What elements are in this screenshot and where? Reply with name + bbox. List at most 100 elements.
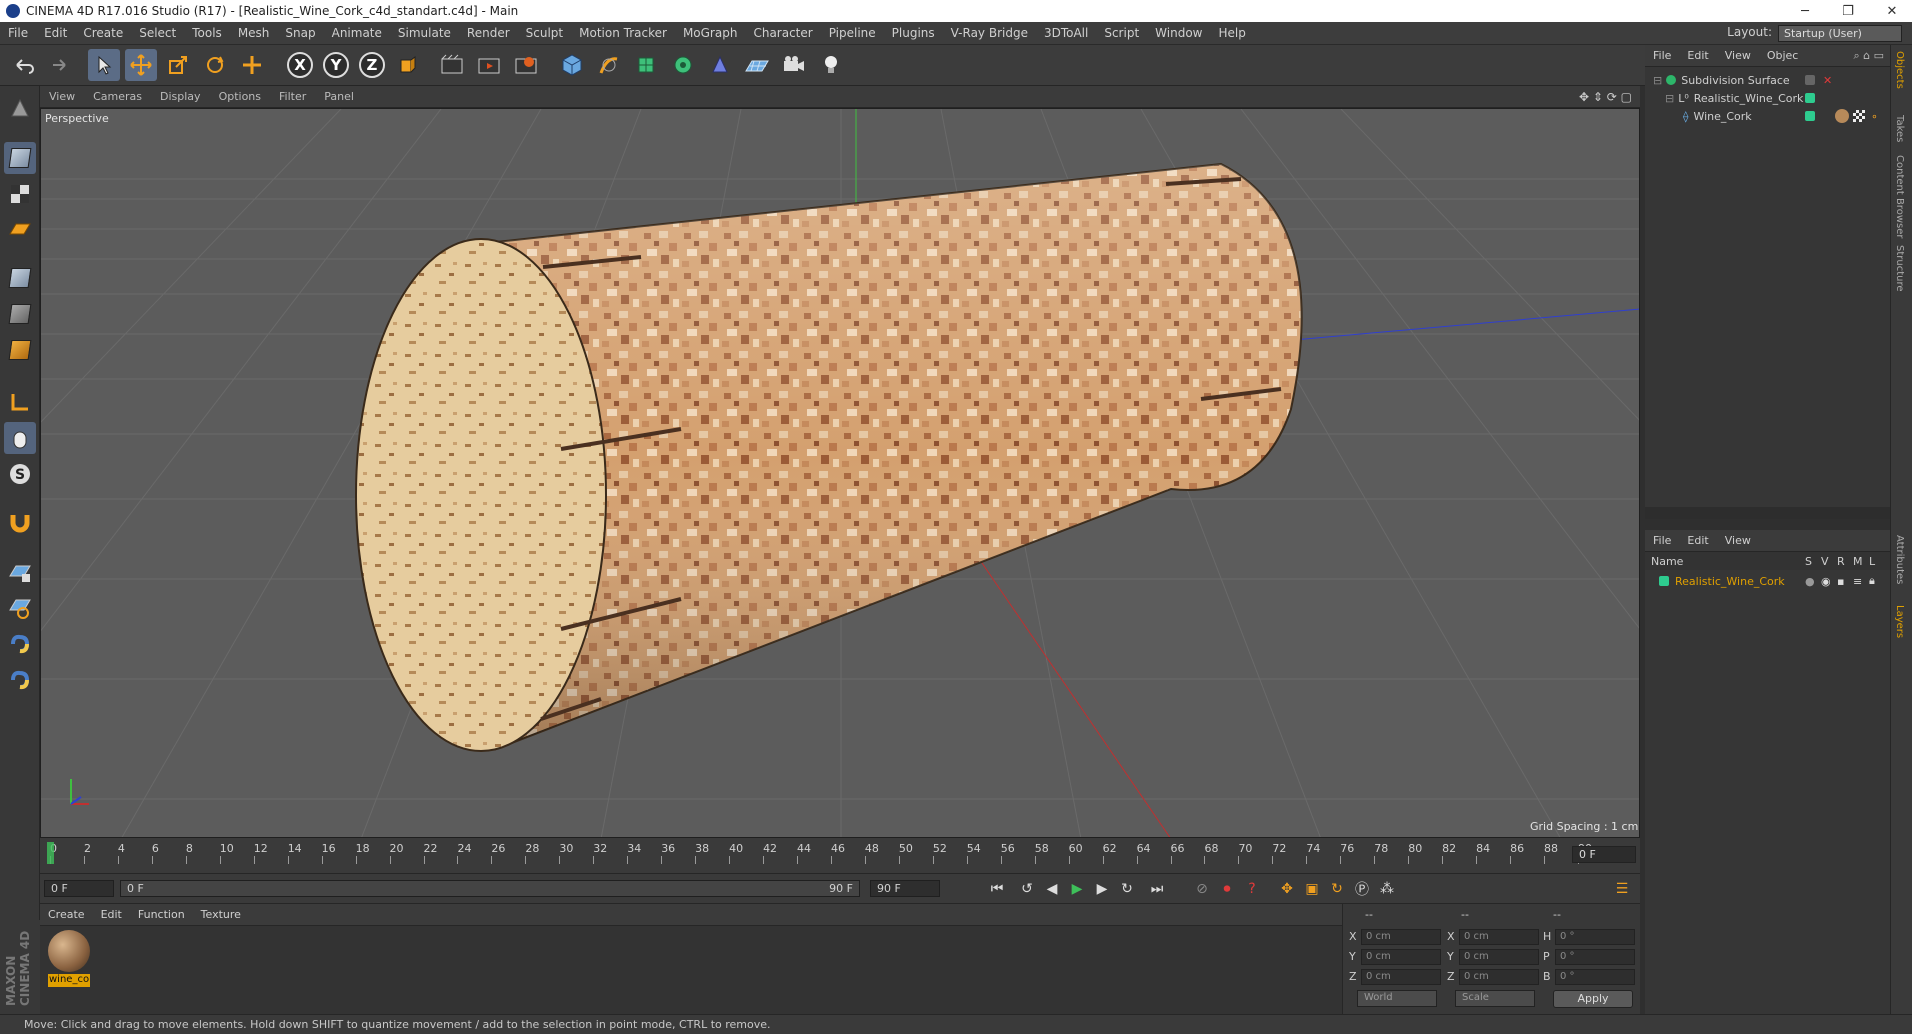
- perspective-viewport[interactable]: [40, 108, 1640, 838]
- render-icon[interactable]: [473, 49, 505, 81]
- layer-visible-icon[interactable]: ◉: [1821, 575, 1831, 588]
- pos-x-field[interactable]: 0 cm: [1361, 929, 1441, 945]
- minimize-button[interactable]: ─: [1785, 0, 1825, 22]
- keyframe-selection-icon[interactable]: ?: [1240, 877, 1264, 901]
- menu-3dtoall[interactable]: 3DToAll: [1036, 26, 1096, 40]
- step-forward-icon[interactable]: ▶: [1090, 877, 1114, 901]
- menu-create[interactable]: Create: [75, 26, 131, 40]
- menu-mograph[interactable]: MoGraph: [675, 26, 746, 40]
- select-tool-button[interactable]: [88, 49, 120, 81]
- key-position-icon[interactable]: ✥: [1275, 877, 1299, 901]
- magnet-icon[interactable]: [4, 506, 36, 538]
- menu-sculpt[interactable]: Sculpt: [518, 26, 571, 40]
- menu-pipeline[interactable]: Pipeline: [821, 26, 884, 40]
- axis-mode-icon[interactable]: [4, 386, 36, 418]
- key-scale-icon[interactable]: ▣: [1300, 877, 1324, 901]
- object-menu-file[interactable]: File: [1645, 49, 1679, 62]
- tab-takes[interactable]: Takes: [1894, 115, 1905, 142]
- material-menu-function[interactable]: Function: [130, 908, 193, 921]
- menu-motion-tracker[interactable]: Motion Tracker: [571, 26, 675, 40]
- rot-h-field[interactable]: 0 °: [1555, 929, 1635, 945]
- layer-dot[interactable]: [1805, 111, 1815, 121]
- play-icon[interactable]: ▶: [1065, 877, 1089, 901]
- menu-edit[interactable]: Edit: [36, 26, 75, 40]
- menu-animate[interactable]: Animate: [324, 26, 390, 40]
- menu-snap[interactable]: Snap: [277, 26, 323, 40]
- object-menu-objects[interactable]: Objec: [1759, 49, 1807, 62]
- menu-help[interactable]: Help: [1210, 26, 1253, 40]
- viewport-menu-panel[interactable]: Panel: [315, 90, 363, 103]
- size-z-field[interactable]: 0 cm: [1459, 969, 1539, 985]
- scale-tool-button[interactable]: [162, 49, 194, 81]
- coordinate-system-dropdown[interactable]: World: [1357, 990, 1437, 1007]
- start-frame-field[interactable]: 0 F: [44, 880, 114, 897]
- menu-vray-bridge[interactable]: V-Ray Bridge: [943, 26, 1036, 40]
- viewport-menu-display[interactable]: Display: [151, 90, 210, 103]
- viewport-menu-view[interactable]: View: [40, 90, 84, 103]
- points-mode-icon[interactable]: [4, 262, 36, 294]
- size-y-field[interactable]: 0 cm: [1459, 949, 1539, 965]
- subdivision-surface-icon[interactable]: [630, 49, 662, 81]
- preview-range-slider[interactable]: 0 F 90 F: [120, 880, 860, 897]
- menu-window[interactable]: Window: [1147, 26, 1210, 40]
- edges-mode-icon[interactable]: [4, 298, 36, 330]
- timeline-ruler-panel[interactable]: 0246810121416182022242628303234363840424…: [40, 838, 1640, 874]
- object-row-realistic-wine-cork[interactable]: ⊟ L⁰ Realistic_Wine_Cork: [1645, 89, 1890, 107]
- workplane-mode-icon[interactable]: [4, 214, 36, 246]
- size-mode-dropdown[interactable]: Scale: [1455, 990, 1535, 1007]
- restore-button[interactable]: ❐: [1828, 0, 1868, 22]
- autokey-icon[interactable]: ⏺: [1215, 877, 1239, 901]
- object-menu-view[interactable]: View: [1717, 49, 1759, 62]
- polygons-mode-icon[interactable]: [4, 334, 36, 366]
- make-editable-icon[interactable]: [4, 92, 36, 124]
- menu-file[interactable]: File: [0, 26, 36, 40]
- object-menu-edit[interactable]: Edit: [1679, 49, 1716, 62]
- render-settings-icon[interactable]: [510, 49, 542, 81]
- move-tool-button[interactable]: [125, 49, 157, 81]
- object-row-subdivision[interactable]: ⊟ Subdivision Surface ✕: [1645, 71, 1890, 89]
- layer-solo-icon[interactable]: ●: [1805, 575, 1815, 588]
- object-manager-scrollbar[interactable]: [1645, 507, 1890, 519]
- go-to-start-icon[interactable]: ⏮: [985, 877, 1009, 901]
- menu-character[interactable]: Character: [745, 26, 820, 40]
- menu-script[interactable]: Script: [1096, 26, 1147, 40]
- layer-render-icon[interactable]: ▪: [1837, 575, 1844, 588]
- timeline-ruler[interactable]: 0246810121416182022242628303234363840424…: [47, 842, 1592, 866]
- texture-tag-icon[interactable]: [1853, 110, 1865, 122]
- viewport-menu-cameras[interactable]: Cameras: [84, 90, 151, 103]
- material-preview-thumbnail[interactable]: [48, 930, 90, 972]
- pos-y-field[interactable]: 0 cm: [1361, 949, 1441, 965]
- texture-mode-icon[interactable]: [4, 178, 36, 210]
- deformer-icon[interactable]: [704, 49, 736, 81]
- phong-tag-icon[interactable]: ∘: [1871, 110, 1878, 123]
- camera-icon[interactable]: [778, 49, 810, 81]
- layout-select[interactable]: Startup (User): [1778, 25, 1902, 42]
- y-axis-lock-button[interactable]: Y: [320, 49, 352, 81]
- layer-lock-icon[interactable]: 🔒︎: [1869, 574, 1875, 588]
- floor-icon[interactable]: [741, 49, 773, 81]
- snap-icon[interactable]: S: [4, 458, 36, 490]
- material-menu-edit[interactable]: Edit: [93, 908, 130, 921]
- render-view-icon[interactable]: [436, 49, 468, 81]
- layer-menu-file[interactable]: File: [1645, 534, 1679, 547]
- menu-render[interactable]: Render: [459, 26, 518, 40]
- planar-workplane-icon[interactable]: [4, 592, 36, 624]
- menu-tools[interactable]: Tools: [184, 26, 230, 40]
- tab-attributes[interactable]: Attributes: [1894, 535, 1905, 584]
- world-coordinate-button[interactable]: [392, 49, 424, 81]
- size-x-field[interactable]: 0 cm: [1459, 929, 1539, 945]
- object-manager-tools-icon[interactable]: ⌕ ⌂ ▭: [1853, 49, 1884, 63]
- tab-structure[interactable]: Structure: [1894, 245, 1905, 292]
- current-frame-field[interactable]: 0 F: [1572, 846, 1636, 863]
- record-keys-icon[interactable]: ⊘: [1190, 877, 1214, 901]
- rot-p-field[interactable]: 0 °: [1555, 949, 1635, 965]
- next-keyframe-icon[interactable]: ↻: [1115, 877, 1139, 901]
- pen-icon[interactable]: [593, 49, 625, 81]
- layer-color-swatch[interactable]: [1659, 576, 1669, 586]
- lock-workplane-icon[interactable]: [4, 556, 36, 588]
- key-param-icon[interactable]: Ⓟ: [1350, 877, 1374, 901]
- step-back-icon[interactable]: ◀: [1040, 877, 1064, 901]
- viewport-menu-options[interactable]: Options: [210, 90, 270, 103]
- close-button[interactable]: ✕: [1872, 0, 1912, 22]
- timeline-window-icon[interactable]: ☰: [1610, 877, 1634, 901]
